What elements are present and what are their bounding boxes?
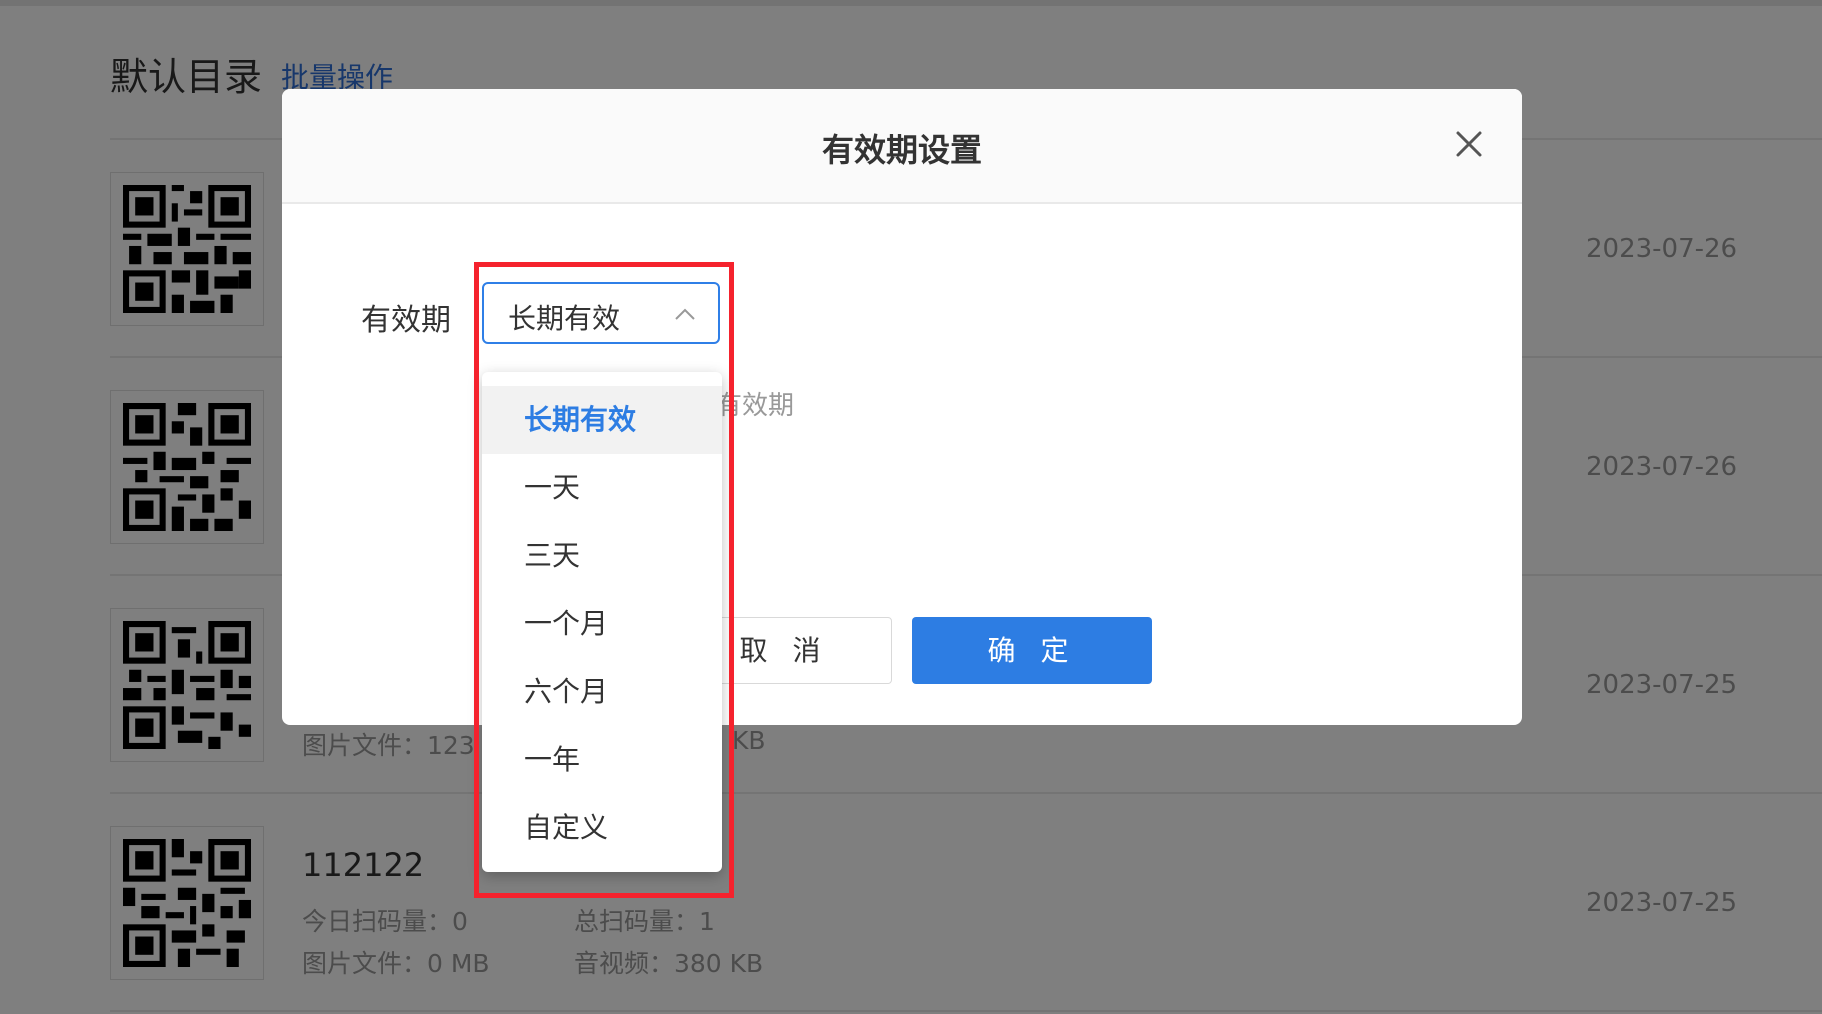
highlight-annotation bbox=[474, 262, 734, 898]
modal-title: 有效期设置 bbox=[821, 131, 982, 169]
close-icon[interactable] bbox=[1452, 127, 1486, 161]
validity-label: 有效期 bbox=[361, 303, 451, 338]
confirm-button[interactable]: 确 定 bbox=[912, 617, 1152, 684]
validity-settings-modal: 有效期设置 有效期 长期有效 有效期 取 消 确 定 bbox=[282, 89, 1522, 725]
modal-header: 有效期设置 bbox=[282, 89, 1522, 204]
confirm-label: 确 定 bbox=[987, 634, 1077, 667]
